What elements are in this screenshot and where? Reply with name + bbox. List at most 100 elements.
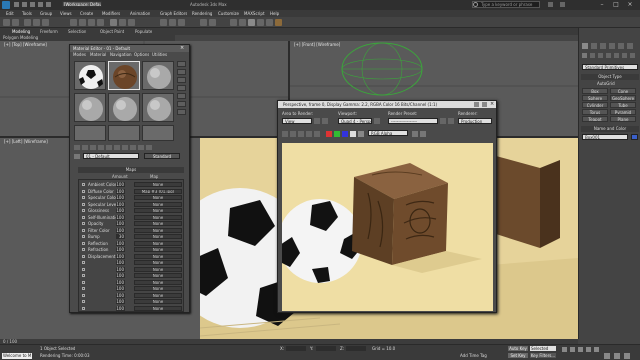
previous-frame-icon[interactable]: [570, 347, 575, 352]
select-by-name-icon[interactable]: [79, 19, 86, 26]
map-enable-checkbox[interactable]: [82, 293, 85, 297]
move-icon[interactable]: [110, 19, 117, 26]
y-coordinate-field[interactable]: [316, 346, 336, 351]
copy-material-icon[interactable]: [106, 145, 112, 150]
material-name-input[interactable]: 01 - Default: [83, 153, 139, 159]
area-to-render-dropdown[interactable]: View: [282, 118, 312, 124]
angle-snap-icon[interactable]: [169, 19, 176, 26]
render-production-icon[interactable]: [275, 19, 282, 26]
lights-icon[interactable]: [598, 53, 603, 58]
new-file-icon[interactable]: [14, 2, 19, 7]
menu-material[interactable]: Material: [90, 52, 106, 57]
reset-map-icon[interactable]: [98, 145, 104, 150]
window-crossing-icon[interactable]: [97, 19, 104, 26]
close-icon[interactable]: ×: [624, 1, 636, 9]
scale-icon[interactable]: [128, 19, 135, 26]
uv-tiling-icon[interactable]: [177, 85, 186, 91]
material-slot-4[interactable]: [74, 93, 106, 122]
render-setup-icon[interactable]: [257, 19, 264, 26]
shapes-icon[interactable]: [590, 53, 595, 58]
viewport-dropdown[interactable]: Quad 4 - Perspec: [338, 118, 372, 124]
alpha-channel-icon[interactable]: [350, 131, 356, 137]
map-slot-button[interactable]: None: [134, 195, 182, 200]
map-amount-spinner[interactable]: 100: [116, 286, 125, 291]
material-slot-8[interactable]: [108, 125, 140, 141]
clear-image-icon[interactable]: [314, 131, 320, 137]
align-icon[interactable]: [209, 19, 216, 26]
cone-button[interactable]: Cone: [610, 88, 636, 94]
map-slot-button[interactable]: None: [134, 279, 182, 285]
map-amount-spinner[interactable]: 100: [116, 260, 125, 265]
tube-button[interactable]: Tube: [610, 102, 636, 108]
go-to-parent-icon[interactable]: [146, 145, 152, 150]
add-time-tag[interactable]: Add Time Tag: [460, 353, 487, 358]
map-amount-spinner[interactable]: 100: [116, 305, 125, 311]
render-preset-dropdown[interactable]: ------------------: [388, 118, 438, 124]
make-preview-icon[interactable]: [177, 101, 186, 107]
link-icon[interactable]: [24, 19, 31, 26]
schematic-view-icon[interactable]: [239, 19, 246, 26]
menu-tools[interactable]: Tools: [22, 11, 32, 16]
map-slot-button[interactable]: None: [134, 292, 182, 298]
map-enable-checkbox[interactable]: [82, 280, 85, 284]
maximize-icon[interactable]: □: [610, 1, 622, 9]
map-enable-checkbox[interactable]: [82, 183, 85, 186]
go-to-start-icon[interactable]: [562, 347, 567, 352]
map-amount-spinner[interactable]: 100: [116, 240, 125, 246]
selected-dropdown[interactable]: Selected: [530, 346, 556, 351]
menu-rendering[interactable]: Rendering: [192, 11, 212, 16]
material-slot-3[interactable]: [142, 61, 174, 90]
material-id-channel-icon[interactable]: [130, 145, 136, 150]
create-tab-icon[interactable]: [582, 43, 588, 49]
pick-material-icon[interactable]: [74, 154, 80, 159]
maximize-icon[interactable]: [482, 102, 487, 107]
map-enable-checkbox[interactable]: [82, 215, 85, 219]
copy-image-icon[interactable]: [290, 131, 296, 137]
map-amount-spinner[interactable]: 100: [116, 201, 125, 207]
rectangular-selection-icon[interactable]: [88, 19, 95, 26]
viewport-label[interactable]: [+] [Left] [Wireframe]: [4, 139, 48, 144]
backlight-icon[interactable]: [177, 69, 186, 75]
map-enable-checkbox[interactable]: [82, 209, 85, 212]
map-amount-spinner[interactable]: 100: [116, 182, 125, 187]
put-material-icon[interactable]: [82, 145, 88, 150]
map-slot-button[interactable]: None: [134, 260, 182, 265]
toggle-ui-overlay-icon[interactable]: [412, 131, 418, 137]
toggle-ui-icon[interactable]: [420, 131, 426, 137]
undo-icon[interactable]: [3, 19, 10, 26]
material-slot-9[interactable]: [142, 125, 174, 141]
menu-utilities[interactable]: Utilities: [152, 52, 167, 57]
blue-channel-icon[interactable]: [342, 131, 348, 137]
material-slot-6[interactable]: [142, 93, 174, 122]
next-frame-icon[interactable]: [586, 347, 591, 352]
play-icon[interactable]: [578, 347, 583, 352]
undo-icon[interactable]: [38, 2, 43, 7]
snap-toggle-icon[interactable]: [160, 19, 167, 26]
minimize-icon[interactable]: [474, 102, 479, 107]
menu-modes[interactable]: Modes: [73, 52, 86, 57]
assign-material-icon[interactable]: [90, 145, 96, 150]
map-enable-checkbox[interactable]: [82, 248, 85, 251]
material-editor-icon[interactable]: [248, 19, 255, 26]
render-setup-icon[interactable]: [440, 118, 446, 124]
key-filters-button[interactable]: Key Filters...: [530, 353, 556, 358]
save-file-icon[interactable]: [30, 2, 35, 7]
box-button[interactable]: Box: [582, 88, 608, 94]
menu-navigation[interactable]: Navigation: [110, 52, 132, 57]
curve-editor-icon[interactable]: [230, 19, 237, 26]
map-amount-spinner[interactable]: 100: [116, 292, 125, 298]
menu-maxscript[interactable]: MAXScript: [244, 11, 265, 16]
map-amount-spinner[interactable]: 100: [116, 266, 125, 272]
video-color-check-icon[interactable]: [177, 93, 186, 99]
map-enable-checkbox[interactable]: [82, 189, 85, 193]
environment-effects-icon[interactable]: [448, 118, 454, 124]
tab-selection[interactable]: Selection: [68, 29, 86, 34]
map-slot-button[interactable]: None: [134, 286, 182, 291]
helpers-icon[interactable]: [614, 53, 619, 58]
workspace-dropdown[interactable]: [Workspace: Default]: [62, 1, 102, 7]
map-enable-checkbox[interactable]: [82, 287, 85, 290]
sign-in-icon[interactable]: [548, 2, 553, 7]
redo-icon[interactable]: [12, 19, 19, 26]
map-enable-checkbox[interactable]: [82, 222, 85, 225]
map-amount-spinner[interactable]: 30: [116, 234, 125, 239]
